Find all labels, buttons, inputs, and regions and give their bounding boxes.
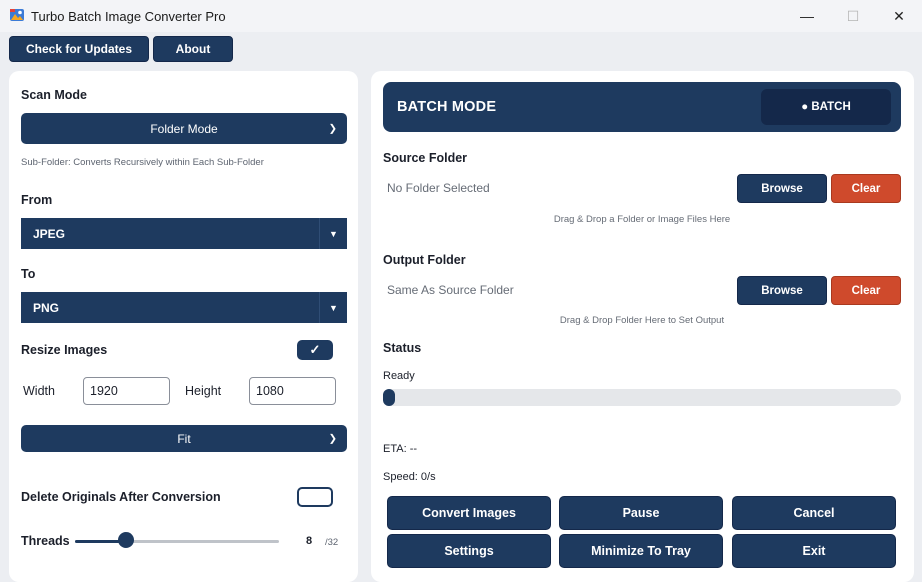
speed-text: Speed: 0/s xyxy=(383,471,436,483)
scan-mode-dropdown[interactable]: Folder Mode ❯ xyxy=(21,113,347,144)
height-input[interactable]: 1080 xyxy=(249,377,336,405)
check-for-updates-button[interactable]: Check for Updates xyxy=(9,36,149,62)
dropdown-arrow-icon: ▼ xyxy=(319,292,347,323)
window-title: Turbo Batch Image Converter Pro xyxy=(31,9,226,24)
minimize-to-tray-button[interactable]: Minimize To Tray xyxy=(559,534,723,568)
delete-originals-label: Delete Originals After Conversion xyxy=(21,490,221,504)
exit-button[interactable]: Exit xyxy=(732,534,896,568)
pause-button[interactable]: Pause xyxy=(559,496,723,530)
eta-text: ETA: -- xyxy=(383,443,418,455)
status-text: Ready xyxy=(383,370,415,382)
chevron-down-icon: ❯ xyxy=(328,433,337,444)
banner-title: BATCH MODE xyxy=(397,99,497,115)
scan-mode-hint: Sub-Folder: Converts Recursively within … xyxy=(21,157,264,168)
minimize-icon[interactable]: — xyxy=(784,0,830,32)
dropdown-arrow-icon: ▼ xyxy=(319,218,347,249)
threads-slider-track[interactable] xyxy=(75,540,279,543)
resize-images-label: Resize Images xyxy=(21,343,108,357)
output-folder-title: Output Folder xyxy=(383,253,466,267)
to-format-select[interactable]: PNG ▼ xyxy=(21,292,347,323)
output-browse-button[interactable]: Browse xyxy=(737,276,827,305)
source-drop-hint[interactable]: Drag & Drop a Folder or Image Files Here xyxy=(383,214,901,225)
convert-images-button[interactable]: Convert Images xyxy=(387,496,551,530)
height-label: Height xyxy=(185,384,222,398)
threads-label: Threads xyxy=(21,534,70,548)
source-clear-button[interactable]: Clear xyxy=(831,174,901,203)
output-drop-hint[interactable]: Drag & Drop Folder Here to Set Output xyxy=(383,315,901,326)
width-label: Width xyxy=(23,384,55,398)
from-format-select[interactable]: JPEG ▼ xyxy=(21,218,347,249)
fit-mode-value: Fit xyxy=(177,431,191,446)
from-label: From xyxy=(21,193,53,207)
fit-mode-dropdown[interactable]: Fit ❯ xyxy=(21,425,347,452)
about-button[interactable]: About xyxy=(153,36,233,62)
threads-value: 8 xyxy=(306,535,313,547)
title-bar: Turbo Batch Image Converter Pro — ☐ ✕ xyxy=(0,0,922,32)
status-title: Status xyxy=(383,341,422,355)
to-format-value: PNG xyxy=(33,300,60,315)
delete-originals-checkbox[interactable] xyxy=(297,487,333,507)
scan-mode-label: Scan Mode xyxy=(21,88,87,102)
batch-mode-badge[interactable]: ● BATCH xyxy=(761,89,891,125)
checkmark-icon: ✓ xyxy=(309,342,321,357)
threads-max: /32 xyxy=(325,537,339,548)
source-folder-title: Source Folder xyxy=(383,151,468,165)
progress-bar xyxy=(383,389,901,406)
maximize-icon[interactable]: ☐ xyxy=(830,0,876,32)
chevron-down-icon: ❯ xyxy=(328,123,337,134)
cancel-button[interactable]: Cancel xyxy=(732,496,896,530)
progress-fill xyxy=(383,389,395,406)
photo-app-icon xyxy=(10,9,24,21)
resize-images-checkbox[interactable]: ✓ xyxy=(297,340,333,360)
settings-button[interactable]: Settings xyxy=(387,534,551,568)
output-folder-path: Same As Source Folder xyxy=(387,283,514,297)
from-format-value: JPEG xyxy=(33,226,66,241)
to-label: To xyxy=(21,267,36,281)
threads-slider-handle[interactable] xyxy=(118,532,134,548)
source-browse-button[interactable]: Browse xyxy=(737,174,827,203)
source-folder-path: No Folder Selected xyxy=(387,181,490,195)
batch-mode-banner: BATCH MODE ● BATCH xyxy=(383,82,901,132)
close-icon[interactable]: ✕ xyxy=(876,0,922,32)
scan-mode-value: Folder Mode xyxy=(150,121,218,136)
width-input[interactable]: 1920 xyxy=(83,377,170,405)
output-clear-button[interactable]: Clear xyxy=(831,276,901,305)
